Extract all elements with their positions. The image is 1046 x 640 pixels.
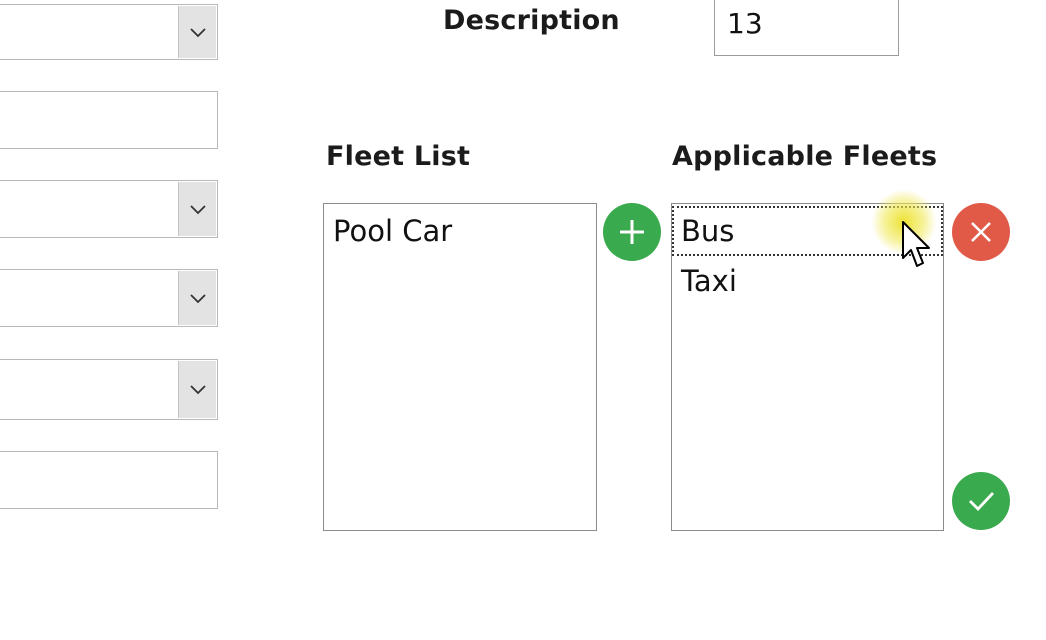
dropdown-3[interactable] xyxy=(0,269,218,327)
close-icon xyxy=(971,222,991,242)
dropdown-3-arrow-button[interactable] xyxy=(178,271,216,325)
dropdown-1[interactable] xyxy=(0,4,218,60)
applicable-fleets-label: Applicable Fleets xyxy=(672,141,938,172)
dropdown-2-arrow-button[interactable] xyxy=(178,182,216,236)
dropdown-2[interactable] xyxy=(0,180,218,238)
description-input[interactable]: 13 xyxy=(714,0,899,56)
remove-fleet-button[interactable] xyxy=(952,203,1010,261)
chevron-down-icon xyxy=(189,385,206,395)
chevron-down-icon xyxy=(189,293,206,303)
description-label: Description xyxy=(443,5,620,36)
fleet-list-label: Fleet List xyxy=(326,141,471,172)
list-item[interactable]: Pool Car xyxy=(324,206,596,256)
chevron-down-icon xyxy=(189,204,206,214)
chevron-down-icon xyxy=(189,27,206,37)
mouse-pointer-icon xyxy=(902,221,930,267)
dropdown-4[interactable] xyxy=(0,359,218,420)
dropdown-4-arrow-button[interactable] xyxy=(178,361,216,418)
confirm-button[interactable] xyxy=(952,472,1010,530)
plus-icon xyxy=(620,220,644,244)
dropdown-1-arrow-button[interactable] xyxy=(178,6,216,58)
text-field-1[interactable] xyxy=(0,91,218,149)
add-fleet-button[interactable] xyxy=(603,203,661,261)
text-field-2[interactable] xyxy=(0,451,218,509)
fleet-list-box[interactable]: Pool Car xyxy=(323,203,597,531)
check-icon xyxy=(969,492,995,512)
